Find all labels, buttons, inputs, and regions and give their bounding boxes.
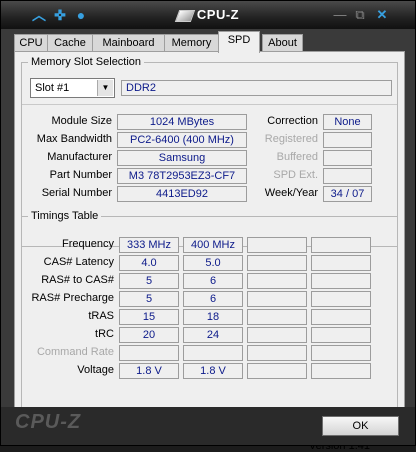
memory-slot-group-title: Memory Slot Selection bbox=[28, 56, 145, 68]
cpuz-logo-icon bbox=[174, 9, 196, 22]
timing-cell: 24 bbox=[183, 327, 243, 343]
window-title-text: CPU-Z bbox=[196, 7, 240, 22]
timing-cell: 5 bbox=[119, 291, 179, 307]
timing-cell: 6 bbox=[183, 291, 243, 307]
timing-cell bbox=[311, 291, 371, 307]
timing-cell bbox=[119, 345, 179, 361]
timing-cell bbox=[311, 345, 371, 361]
manufacturer-value: Samsung bbox=[117, 150, 247, 166]
title-bar: ︿ ✜ ● CPU-Z — ⧉ ✕ bbox=[1, 1, 415, 29]
timing-row-label: Frequency bbox=[62, 238, 114, 250]
serial-number-label: Serial Number bbox=[41, 187, 112, 199]
chevron-down-icon[interactable]: ▼ bbox=[97, 80, 113, 96]
minimize-icon[interactable]: — bbox=[331, 6, 349, 24]
timing-cell bbox=[247, 273, 307, 289]
spd-ext-value bbox=[323, 168, 372, 184]
part-number-value: M3 78T2953EZ3-CF7 bbox=[117, 168, 247, 184]
timings-group-title: Timings Table bbox=[28, 210, 102, 222]
timing-cell bbox=[311, 273, 371, 289]
tab-cache[interactable]: Cache bbox=[47, 34, 93, 52]
maximize-icon[interactable]: ⧉ bbox=[351, 6, 369, 24]
buffered-label: Buffered bbox=[276, 151, 318, 163]
memory-type-field: DDR2 bbox=[121, 80, 392, 96]
timing-cell bbox=[247, 363, 307, 379]
week-year-label: Week/Year bbox=[264, 187, 318, 199]
timing-cell: 15 bbox=[119, 309, 179, 325]
timings-group: Timings Table Frequency 333 MHz 400 MHz CAS… bbox=[21, 210, 398, 414]
timing-cell bbox=[311, 255, 371, 271]
tab-about[interactable]: About bbox=[262, 34, 303, 52]
registered-label: Registered bbox=[264, 133, 318, 145]
ok-button[interactable]: OK bbox=[322, 416, 399, 436]
timing-cell bbox=[247, 291, 307, 307]
divider bbox=[22, 104, 397, 105]
timing-cell: 5 bbox=[119, 273, 179, 289]
timing-cell bbox=[311, 237, 371, 253]
week-year-value: 34 / 07 bbox=[323, 186, 372, 202]
timing-row-label: Command Rate bbox=[36, 346, 114, 358]
timing-row-label: tRC bbox=[95, 328, 114, 340]
timing-cell: 5.0 bbox=[183, 255, 243, 271]
part-number-label: Part Number bbox=[49, 169, 112, 181]
timing-cell: 1.8 V bbox=[183, 363, 243, 379]
timing-cell: 6 bbox=[183, 273, 243, 289]
spd-ext-label: SPD Ext. bbox=[273, 169, 318, 181]
timing-cell bbox=[183, 345, 243, 361]
timing-cell: 20 bbox=[119, 327, 179, 343]
serial-number-value: 4413ED92 bbox=[117, 186, 247, 202]
buffered-value bbox=[323, 150, 372, 166]
timing-cell bbox=[311, 309, 371, 325]
close-icon[interactable]: ✕ bbox=[373, 6, 391, 24]
timing-cell bbox=[247, 255, 307, 271]
footer-brand: CPU-Z bbox=[15, 411, 82, 433]
correction-value: None bbox=[323, 114, 372, 130]
max-bandwidth-value: PC2-6400 (400 MHz) bbox=[117, 132, 247, 148]
correction-label: Correction bbox=[267, 115, 318, 127]
max-bandwidth-label: Max Bandwidth bbox=[36, 133, 112, 145]
timing-cell: 4.0 bbox=[119, 255, 179, 271]
timing-row-label: tRAS bbox=[88, 310, 114, 322]
tab-strip: CPU Cache Mainboard Memory SPD About bbox=[14, 31, 405, 53]
timing-row-label: RAS# to CAS# bbox=[41, 274, 114, 286]
timing-cell bbox=[247, 327, 307, 343]
cpuz-window: ︿ ✜ ● CPU-Z — ⧉ ✕ CPU Cache Mainboard Me… bbox=[0, 0, 416, 452]
timing-cell: 333 MHz bbox=[119, 237, 179, 253]
timing-cell bbox=[247, 309, 307, 325]
slot-select[interactable]: Slot #1 ▼ bbox=[30, 78, 115, 98]
spd-panel: Memory Slot Selection Slot #1 ▼ DDR2 Mod… bbox=[14, 51, 405, 452]
manufacturer-label: Manufacturer bbox=[47, 151, 112, 163]
tab-spd[interactable]: SPD bbox=[218, 31, 260, 53]
module-size-value: 1024 MBytes bbox=[117, 114, 247, 130]
registered-value bbox=[323, 132, 372, 148]
tab-cpu[interactable]: CPU bbox=[14, 34, 48, 52]
timing-cell bbox=[311, 327, 371, 343]
tab-mainboard[interactable]: Mainboard bbox=[92, 34, 165, 52]
timing-cell bbox=[311, 363, 371, 379]
timing-cell: 18 bbox=[183, 309, 243, 325]
slot-select-value: Slot #1 bbox=[35, 82, 70, 94]
module-size-label: Module Size bbox=[51, 115, 112, 127]
timing-row-label: Voltage bbox=[77, 364, 114, 376]
timing-cell bbox=[247, 237, 307, 253]
timing-row-label: CAS# Latency bbox=[43, 256, 114, 268]
timing-cell: 400 MHz bbox=[183, 237, 243, 253]
client-area: CPU Cache Mainboard Memory SPD About Mem… bbox=[14, 31, 405, 452]
timing-row-label: RAS# Precharge bbox=[31, 292, 114, 304]
tab-memory[interactable]: Memory bbox=[164, 34, 219, 52]
timing-cell: 1.8 V bbox=[119, 363, 179, 379]
timing-cell bbox=[247, 345, 307, 361]
